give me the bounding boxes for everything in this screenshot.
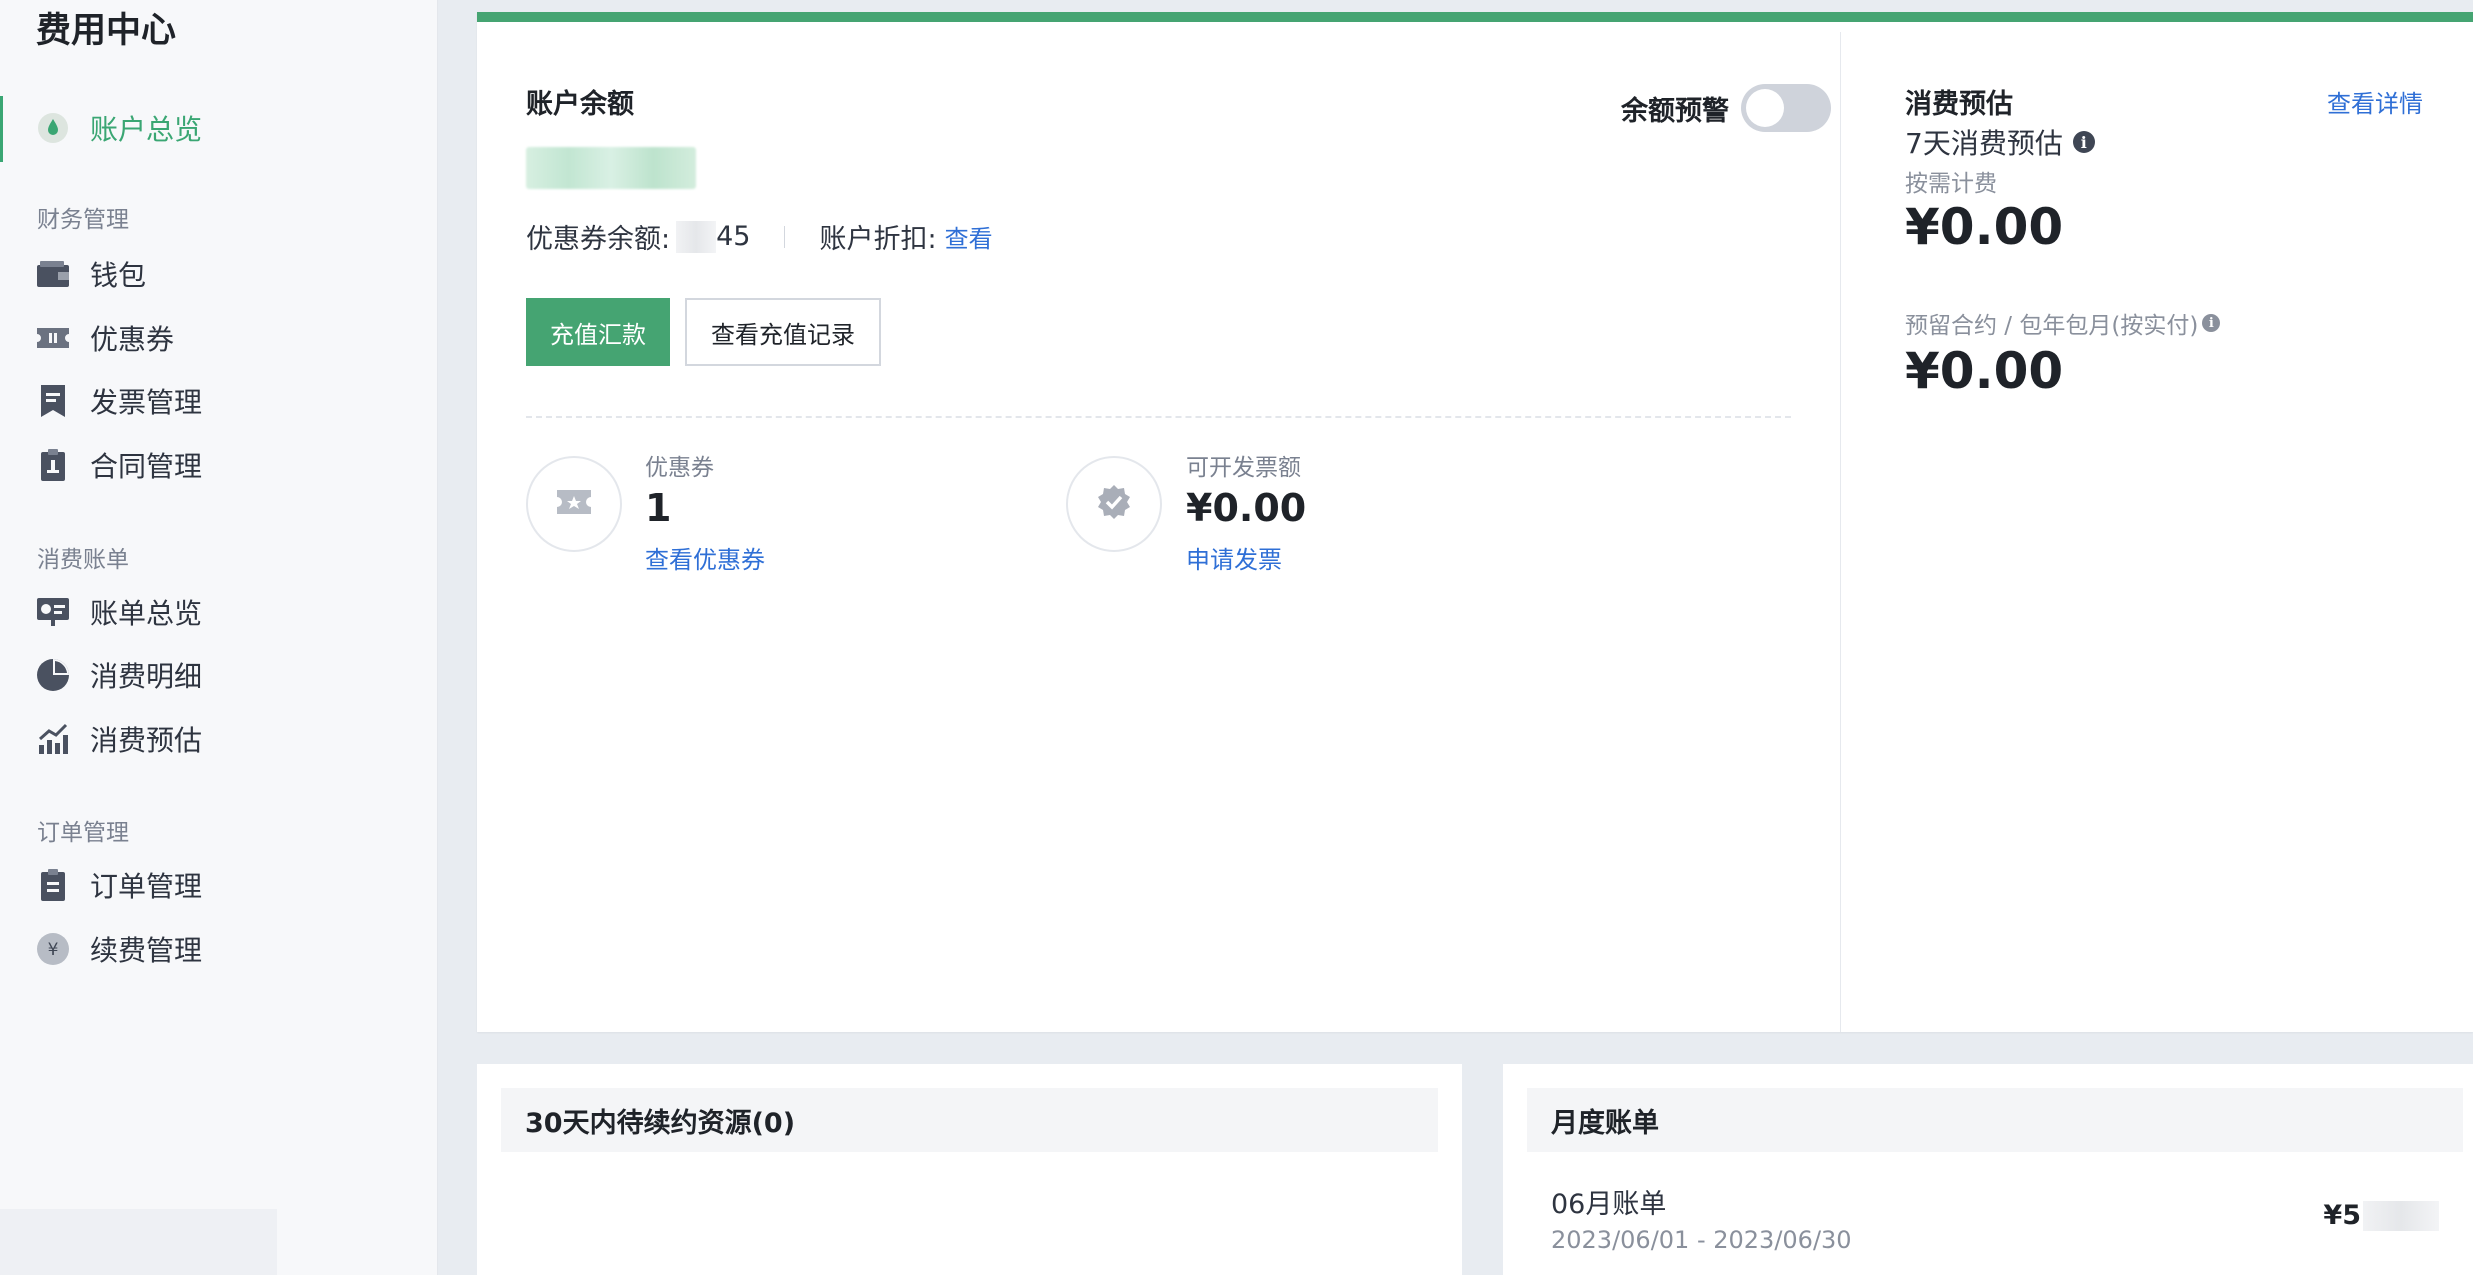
wallet-icon (36, 257, 70, 291)
balance-alert-label: 余额预警 (1621, 95, 1729, 127)
sidebar-item-label: 订单管理 (90, 870, 203, 903)
estimate-subtitle: 7天消费预估 (1905, 127, 2063, 160)
group-title-orders: 订单管理 (37, 820, 129, 846)
trend-chart-icon (36, 722, 70, 756)
yen-circle-icon: ¥ (36, 932, 70, 966)
recharge-history-button[interactable]: 查看充值记录 (685, 298, 881, 366)
coupon-balance-value: 45 (716, 221, 751, 252)
contract-icon (36, 448, 70, 482)
estimate-subtitle-row: 7天消费预估 i (1905, 122, 2095, 162)
sidebar-footer (0, 1209, 277, 1275)
invoice-stat-icon-wrap (1066, 456, 1162, 552)
coupon-balance-label: 优惠券余额: (526, 224, 671, 255)
sidebar-item-contracts[interactable]: 合同管理 (36, 443, 202, 487)
balance-value-redacted (526, 147, 696, 189)
ticket-icon (36, 321, 70, 355)
toggle-knob (1746, 89, 1784, 127)
discount-view-link[interactable]: 查看 (945, 219, 993, 254)
sidebar-item-renewal-management[interactable]: ¥ 续费管理 (36, 927, 202, 971)
view-details-link[interactable]: 查看详情 (2327, 84, 2423, 119)
sidebar-item-order-management[interactable]: 订单管理 (36, 863, 202, 907)
sidebar-item-label: 账户总览 (90, 113, 203, 146)
active-indicator (0, 96, 3, 162)
presentation-chart-icon (36, 595, 70, 629)
column-divider (1840, 32, 1841, 1032)
sidebar-item-bill-overview[interactable]: 账单总览 (36, 590, 202, 634)
bill-amount-value: ¥5 (2323, 1200, 2361, 1231)
ticket-star-icon (556, 488, 592, 520)
sidebar-item-label: 发票管理 (90, 386, 203, 419)
sidebar-item-consumption-detail[interactable]: 消费明细 (36, 653, 202, 697)
discount-label: 账户折扣: (819, 224, 937, 255)
group-title-finance: 财务管理 (37, 207, 129, 233)
clipboard-icon (36, 868, 70, 902)
invoice-icon (36, 384, 70, 418)
info-icon[interactable]: i (2202, 314, 2221, 332)
on-demand-label: 按需计费 (1905, 171, 1997, 197)
coupon-discount-line: 优惠券余额: 45 账户折扣: 查看 (526, 217, 993, 256)
sidebar-title: 费用中心 (36, 11, 177, 51)
redacted-mask (676, 220, 717, 253)
recharge-button[interactable]: 充值汇款 (526, 298, 670, 366)
bill-date-range: 2023/06/01 - 2023/06/30 (1551, 1226, 1852, 1254)
reserved-value: ¥0.00 (1905, 342, 2064, 400)
balance-alert-toggle[interactable] (1741, 84, 1831, 132)
on-demand-value: ¥0.00 (1905, 198, 2064, 256)
monthly-bill-card: 月度账单 06月账单 2023/06/01 - 2023/06/30 ¥5 (1503, 1064, 2473, 1275)
sidebar-item-label: 续费管理 (90, 934, 203, 967)
bill-amount: ¥5 (2323, 1200, 2439, 1231)
sidebar-item-label: 消费预估 (90, 724, 203, 757)
sidebar-item-wallet[interactable]: 钱包 (36, 252, 146, 296)
sidebar-item-label: 钱包 (90, 259, 147, 292)
group-title-billing: 消费账单 (37, 547, 129, 573)
bill-month-title[interactable]: 06月账单 (1551, 1182, 1666, 1221)
invoice-stat-label: 可开发票额 (1186, 455, 1301, 481)
account-summary-card: 账户余额 余额预警 优惠券余额: 45 账户折扣: 查看 充值汇款 查看充值记录… (477, 12, 2473, 1032)
coupon-stat-label: 优惠券 (645, 455, 714, 481)
sidebar-item-coupons[interactable]: 优惠券 (36, 316, 174, 360)
sidebar-item-invoices[interactable]: 发票管理 (36, 379, 202, 423)
divider (784, 225, 786, 248)
verified-badge-icon (1096, 484, 1132, 524)
renewal-card-header: 30天内待续约资源(0) (501, 1088, 1438, 1152)
droplet-icon (36, 111, 70, 145)
redacted-mask (2363, 1200, 2439, 1231)
svg-text:¥: ¥ (48, 940, 59, 960)
pie-chart-icon (36, 658, 70, 692)
sidebar-item-label: 账单总览 (90, 597, 203, 630)
view-coupons-link[interactable]: 查看优惠券 (645, 540, 765, 575)
sidebar-item-account-overview[interactable]: 账户总览 (36, 106, 202, 150)
reserved-label: 预留合约 / 包年包月(按实付) (1905, 313, 2199, 339)
info-icon[interactable]: i (2072, 131, 2095, 153)
balance-title: 账户余额 (526, 89, 634, 120)
monthly-bill-header: 月度账单 (1527, 1088, 2463, 1152)
renewal-resources-card: 30天内待续约资源(0) (477, 1064, 1462, 1275)
coupon-stat-icon-wrap (526, 456, 622, 552)
estimate-title: 消费预估 (1905, 89, 2013, 120)
sidebar-item-label: 合同管理 (90, 450, 203, 483)
invoice-stat-value: ¥0.00 (1186, 486, 1307, 530)
apply-invoice-link[interactable]: 申请发票 (1186, 540, 1282, 575)
dashed-divider (526, 416, 1791, 418)
balance-alert-control: 余额预警 (1621, 84, 1831, 132)
sidebar-item-label: 优惠券 (90, 323, 175, 356)
sidebar-item-consumption-estimate[interactable]: 消费预估 (36, 717, 202, 761)
coupon-stat-value: 1 (645, 486, 672, 530)
sidebar-item-label: 消费明细 (90, 660, 203, 693)
sidebar: 费用中心 账户总览 财务管理 钱包 优惠券 发票管理 合同管理 消费账单 账单总… (0, 0, 438, 1275)
reserved-label-row: 预留合约 / 包年包月(按实付) i (1905, 306, 2221, 340)
